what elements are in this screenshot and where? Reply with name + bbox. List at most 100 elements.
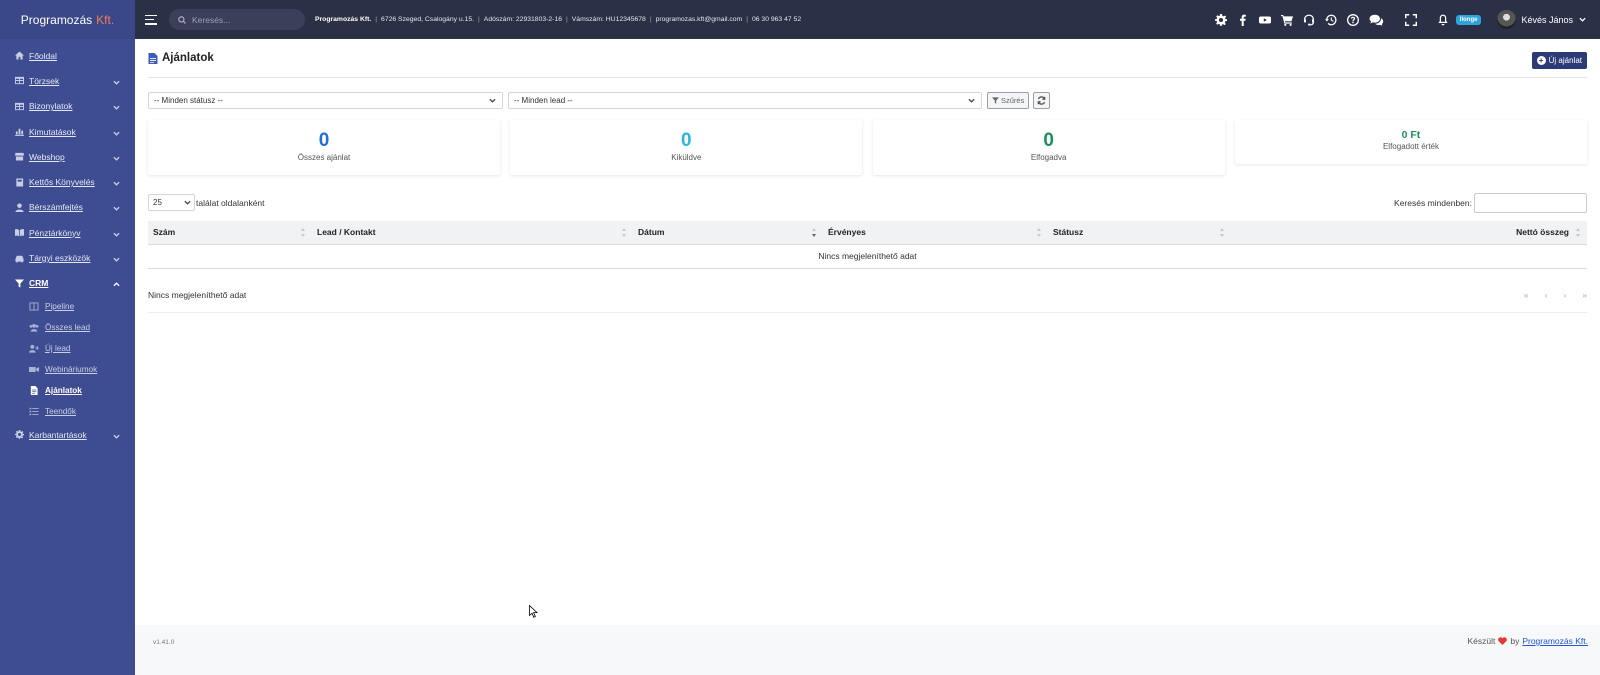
sidebar-item-osszes-lead[interactable]: Összes lead (0, 317, 135, 338)
user-name: Kévés János (1521, 14, 1573, 25)
menu-toggle-icon[interactable] (145, 14, 157, 25)
filter-button[interactable]: Szűrés (987, 92, 1030, 109)
table-row: Nincs megjeleníthető adat (148, 244, 1587, 269)
column-label: Státusz (1053, 227, 1084, 238)
crm-submenu: Pipeline Összes lead Új lead Webináriumo… (0, 296, 135, 422)
fullscreen-icon[interactable] (1404, 13, 1418, 27)
filter-button-label: Szűrés (1001, 96, 1025, 105)
next-page-button[interactable]: › (1563, 290, 1566, 300)
car-icon (14, 254, 25, 263)
chevron-down-icon (489, 97, 496, 106)
sidebar-item-label: CRM (29, 278, 49, 289)
sidebar-item-label: Új lead (45, 343, 71, 353)
sidebar-item-label: Főoldal (29, 50, 57, 61)
column-header-lead[interactable]: Lead / Kontakt (312, 221, 633, 245)
chevron-down-icon (113, 255, 120, 262)
sidebar-item-ajanlatok[interactable]: Ajánlatok (0, 380, 135, 401)
sidebar-item-label: Bizonylatok (29, 101, 73, 112)
search-input[interactable] (192, 14, 292, 25)
last-page-button[interactable]: » (1582, 290, 1587, 300)
sort-icon (1576, 228, 1581, 237)
main-content: Ajánlatok + Új ajánlat -- Minden státusz… (135, 39, 1600, 675)
chat-icon[interactable] (1368, 13, 1386, 27)
lead-filter-select[interactable]: -- Minden lead -- (508, 92, 982, 109)
sidebar-item-torzsek[interactable]: Törzsek (0, 68, 135, 93)
sidebar-item-berszamfejtes[interactable]: Bérszámfejtés (0, 195, 135, 220)
cart-icon[interactable] (1280, 13, 1294, 27)
facebook-icon[interactable] (1236, 13, 1250, 27)
user-icon (14, 203, 25, 212)
footer-company-link[interactable]: Programozás Kft. (1522, 636, 1588, 646)
sidebar-item-label: Kettős Könyvelés (29, 177, 95, 188)
sidebar-item-label: Törzsek (29, 75, 60, 86)
column-header-szam[interactable]: Szám (148, 221, 312, 245)
column-header-datum[interactable]: Dátum (633, 221, 823, 245)
sort-icon (1037, 228, 1042, 237)
sidebar-item-penztarkonyv[interactable]: Pénztárkönyv (0, 220, 135, 245)
settings-icon[interactable] (1214, 13, 1228, 27)
sidebar-item-label: Pipeline (45, 301, 75, 311)
footer-credit: Készült by Programozás Kft. (1467, 636, 1588, 646)
history-icon[interactable] (1324, 13, 1338, 27)
sidebar-item-label: Karbantartások (29, 429, 87, 440)
help-icon[interactable] (1346, 13, 1360, 27)
home-icon (14, 51, 25, 60)
stat-card-accepted: 0 Elfogadva (872, 120, 1225, 175)
sidebar-item-kettos-konyveles[interactable]: Kettős Könyvelés (0, 169, 135, 194)
sort-icon (1220, 228, 1225, 237)
sidebar-item-crm[interactable]: CRM (0, 271, 135, 296)
file-icon (29, 385, 41, 395)
refresh-button[interactable] (1033, 92, 1051, 109)
status-badge: Ilonge (1455, 14, 1482, 25)
company-tax: Adószám: 22931803-2-16 (483, 16, 562, 23)
column-label: Érvényes (828, 227, 866, 238)
brand-logo[interactable]: Programozás Kft. (0, 0, 135, 39)
sidebar-item-teendok[interactable]: Teendők (0, 401, 135, 422)
sidebar: Programozás Kft. Főoldal Törzsek Bizonyl… (0, 0, 135, 675)
page-length-select[interactable]: 25 (148, 194, 195, 211)
sidebar-item-kimutatasok[interactable]: Kimutatások (0, 119, 135, 144)
page-header: Ajánlatok (148, 52, 214, 64)
status-filter-select[interactable]: -- Minden státusz -- (148, 92, 503, 109)
sidebar-item-targyi-eszkozok[interactable]: Tárgyi eszközök (0, 245, 135, 270)
global-search[interactable] (169, 9, 305, 30)
new-offer-button[interactable]: + Új ajánlat (1531, 52, 1587, 69)
sidebar-item-pipeline[interactable]: Pipeline (0, 296, 135, 317)
sidebar-item-label: Teendők (45, 406, 76, 416)
sidebar-item-uj-lead[interactable]: Új lead (0, 338, 135, 359)
stat-value: 0 Ft (1401, 129, 1421, 141)
sidebar-item-fooldal[interactable]: Főoldal (0, 43, 135, 68)
chevron-down-icon (968, 97, 975, 106)
column-label: Nettó összeg (1516, 227, 1569, 238)
youtube-icon[interactable] (1258, 13, 1272, 27)
sidebar-nav: Főoldal Törzsek Bizonylatok Kimutatások … (0, 43, 135, 296)
first-page-button[interactable]: « (1524, 290, 1529, 300)
sidebar-item-webinariumok[interactable]: Webináriumok (0, 359, 135, 380)
users-icon (29, 323, 41, 332)
company-name: Programozás Kft. (315, 16, 372, 23)
column-header-statusz[interactable]: Státusz (1048, 221, 1231, 245)
empty-table-message: Nincs megjeleníthető adat (148, 244, 1587, 269)
table-icon (14, 76, 25, 85)
funnel-icon (14, 279, 25, 288)
sidebar-item-bizonylatok[interactable]: Bizonylatok (0, 94, 135, 119)
stat-value: 0 (318, 130, 330, 151)
chart-icon (14, 127, 25, 137)
company-email: programozas.kft@gmail.com (655, 16, 743, 23)
column-header-ervenyes[interactable]: Érvényes (823, 221, 1048, 245)
table-search-input[interactable] (1474, 193, 1587, 213)
video-icon (29, 365, 41, 374)
sidebar-item-karbantartasok[interactable]: Karbantartások (0, 422, 135, 447)
sidebar-item-webshop[interactable]: Webshop (0, 144, 135, 169)
stat-label: Összes ajánlat (297, 153, 351, 162)
previous-page-button[interactable]: ‹ (1545, 290, 1548, 300)
topbar-actions: Ilonge Kévés János (1210, 0, 1600, 39)
table-search-control: Keresés mindenben: (1394, 193, 1587, 213)
support-icon[interactable] (1302, 13, 1316, 27)
chevron-down-icon (113, 179, 120, 186)
column-header-netto[interactable]: Nettó összeg (1231, 221, 1587, 245)
sidebar-item-label: Webináriumok (45, 364, 98, 374)
brand-suffix: Kft. (96, 12, 115, 27)
bell-icon[interactable] (1436, 13, 1450, 27)
user-menu[interactable]: Kévés János (1497, 10, 1586, 29)
